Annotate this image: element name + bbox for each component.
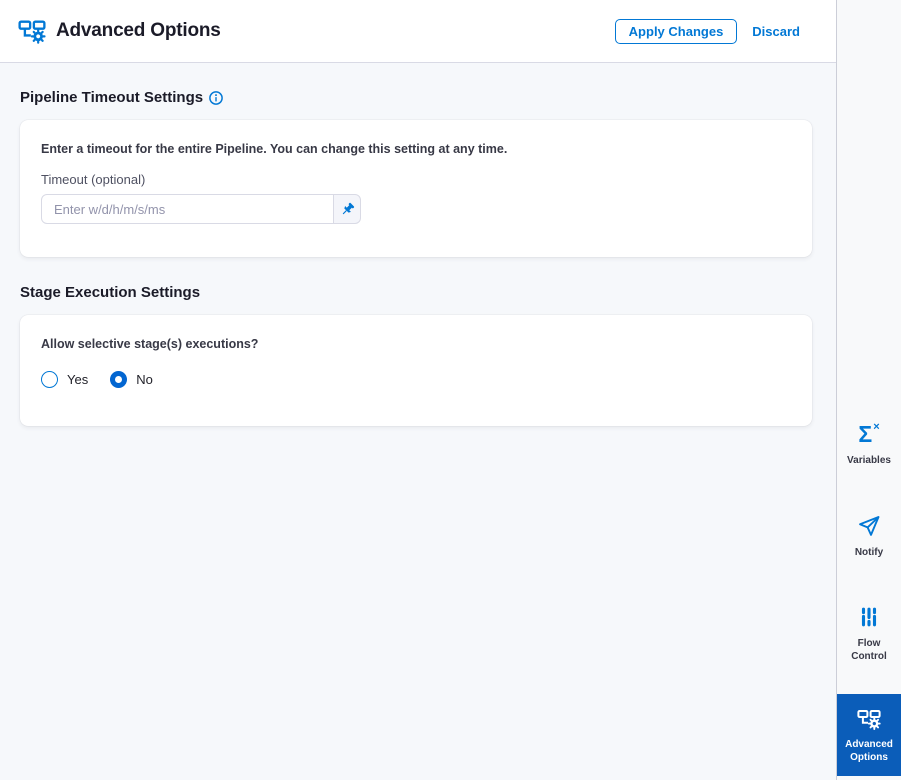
timeout-section-heading: Pipeline Timeout Settings (20, 89, 812, 106)
panel-header: Advanced Options Apply Changes Discard (0, 0, 836, 63)
pipeline-gear-icon (18, 17, 46, 45)
sidebar-item-notify[interactable]: Notify (837, 514, 901, 560)
right-toolbar: Σ × Variables Notify Flow Control Advanc… (836, 0, 901, 780)
radio-yes-label[interactable]: Yes (67, 372, 88, 387)
sidebar-item-label: Advanced Options (845, 739, 893, 763)
sidebar-item-label: Flow Control (851, 638, 887, 662)
content-area: Pipeline Timeout Settings Enter a timeou… (0, 63, 836, 780)
sigma-x-icon: Σ × (858, 420, 880, 447)
sidebar-item-label: Variables (847, 455, 891, 466)
discard-button[interactable]: Discard (752, 24, 800, 39)
paper-plane-icon (857, 514, 881, 538)
timeout-heading-text: Pipeline Timeout Settings (20, 89, 204, 106)
radio-no[interactable] (110, 371, 128, 388)
sidebar-item-flow-control[interactable]: Flow Control (837, 605, 901, 663)
sliders-icon (858, 605, 880, 629)
fixed-value-pin-button[interactable] (333, 194, 361, 224)
info-icon[interactable] (209, 90, 223, 105)
sidebar-item-variables[interactable]: Σ × Variables (837, 420, 901, 468)
timeout-field-label: Timeout (optional) (41, 172, 146, 187)
timeout-input-group (41, 194, 361, 224)
apply-changes-button[interactable]: Apply Changes (614, 18, 738, 44)
timeout-settings-card: Enter a timeout for the entire Pipeline.… (20, 120, 812, 257)
page-title: Advanced Options (56, 20, 221, 41)
timeout-input[interactable] (41, 194, 334, 224)
radio-no-label[interactable]: No (136, 372, 153, 387)
main-column: Advanced Options Apply Changes Discard P… (0, 0, 836, 780)
timeout-description: Enter a timeout for the entire Pipeline.… (41, 142, 508, 156)
pipeline-gear-icon (857, 707, 881, 731)
selective-execution-radio-group: Yes No (41, 371, 791, 388)
selective-execution-question: Allow selective stage(s) executions? (41, 337, 259, 351)
stage-section-heading: Stage Execution Settings (20, 284, 812, 301)
stage-heading-text: Stage Execution Settings (20, 284, 201, 301)
stage-execution-card: Allow selective stage(s) executions? Yes… (20, 315, 812, 426)
advanced-options-panel: Advanced Options Apply Changes Discard P… (0, 0, 901, 780)
sidebar-item-label: Notify (854, 546, 884, 558)
radio-yes[interactable] (41, 371, 58, 388)
sidebar-item-advanced-options-active[interactable]: Advanced Options (837, 694, 901, 776)
